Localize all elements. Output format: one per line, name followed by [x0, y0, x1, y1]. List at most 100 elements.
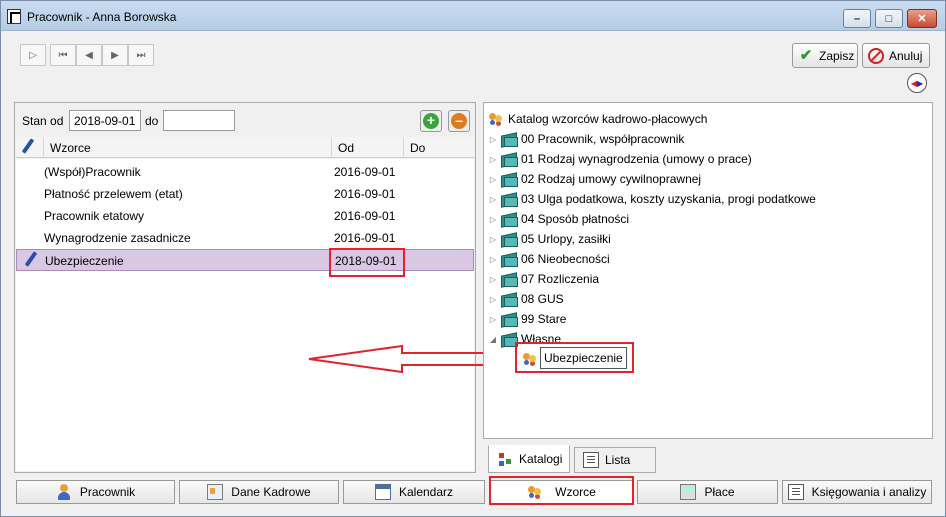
- expand-icon[interactable]: ▷: [488, 175, 498, 184]
- tab-hr-data[interactable]: Dane Kadrowe: [179, 480, 339, 504]
- next-record-icon[interactable]: ▶: [102, 44, 128, 66]
- tree-item[interactable]: ▷ 03 Ulga podatkowa, koszty uzyskania, p…: [488, 189, 816, 209]
- expand-icon[interactable]: ▷: [488, 235, 498, 244]
- list-icon: [583, 452, 599, 468]
- tree-item-label: 01 Rodzaj wynagrodzenia (umowy o prace): [521, 152, 752, 166]
- tree-item-label: 06 Nieobecności: [521, 252, 610, 266]
- save-label: Zapisz: [819, 48, 855, 63]
- cancel-icon: [868, 47, 884, 64]
- tree-item-label: 08 GUS: [521, 292, 564, 306]
- pencil-icon: [20, 139, 36, 155]
- remove-button[interactable]: –: [448, 110, 470, 132]
- template-from-date: 2016-09-01: [334, 231, 396, 245]
- book-icon: [501, 312, 518, 327]
- tree-item[interactable]: ▷ 06 Nieobecności: [488, 249, 610, 269]
- tab-accounting-label: Księgowania i analizy: [811, 485, 927, 499]
- tree-item[interactable]: ▷ 99 Stare: [488, 309, 566, 329]
- expand-icon[interactable]: ▷: [488, 315, 498, 324]
- minimize-button[interactable]: –: [843, 9, 871, 28]
- tab-calendar-label: Kalendarz: [398, 485, 454, 499]
- grid-edit-header: [16, 137, 44, 158]
- save-button[interactable]: ✔ Zapisz: [792, 43, 858, 68]
- tree-root-label: Katalog wzorców kadrowo-płacowych: [508, 112, 708, 126]
- cancel-label: Anuluj: [889, 48, 923, 63]
- last-record-icon[interactable]: ⏭: [128, 44, 154, 66]
- tree-item[interactable]: ▷ 01 Rodzaj wynagrodzenia (umowy o prace…: [488, 149, 752, 169]
- tab-list[interactable]: Lista: [574, 447, 656, 473]
- tree-item[interactable]: ▷ 00 Pracownik, współpracownik: [488, 129, 684, 149]
- book-icon: [501, 292, 518, 307]
- tab-list-label: Lista: [605, 453, 631, 467]
- tree-item-label: 07 Rozliczenia: [521, 272, 600, 286]
- tree-icon: [497, 451, 513, 467]
- cancel-button[interactable]: Anuluj: [862, 43, 930, 68]
- tab-accounting[interactable]: Księgowania i analizy: [782, 480, 932, 504]
- people-icon: [488, 112, 504, 126]
- date-to-input[interactable]: [163, 110, 235, 131]
- tree-item-label: 99 Stare: [521, 312, 567, 326]
- close-button[interactable]: ✕: [907, 9, 937, 28]
- column-header-from[interactable]: Od: [332, 137, 404, 158]
- tab-catalogs[interactable]: Katalogi: [488, 445, 570, 473]
- tab-employee-label: Pracownik: [79, 485, 136, 499]
- expand-icon[interactable]: ▷: [488, 195, 498, 204]
- date-from-input[interactable]: 2018-09-01: [69, 110, 141, 131]
- tab-payroll[interactable]: Płace: [637, 480, 778, 504]
- minus-icon: –: [451, 113, 467, 129]
- highlight-templates-tab: [489, 476, 634, 505]
- tree-item-label: 04 Sposób płatności: [521, 212, 630, 226]
- tree-item[interactable]: ▷ 05 Urlopy, zasiłki: [488, 229, 611, 249]
- expand-icon[interactable]: ▷: [488, 275, 498, 284]
- column-header-templates[interactable]: Wzorce: [44, 137, 332, 158]
- first-record-icon[interactable]: ⏮: [50, 44, 76, 66]
- panel-switch-icon[interactable]: ◀ ▶: [907, 73, 927, 93]
- table-row[interactable]: Płatność przelewem (etat) 2016-09-01: [16, 183, 474, 205]
- template-name: Pracownik etatowy: [44, 209, 145, 223]
- book-icon: [501, 152, 518, 167]
- catalog-tree-panel: Katalog wzorców kadrowo-płacowych ▷ 00 P…: [483, 102, 933, 439]
- table-row[interactable]: (Współ)Pracownik 2016-09-01: [16, 161, 474, 183]
- template-from-date: 2016-09-01: [334, 209, 396, 223]
- tab-catalogs-label: Katalogi: [519, 452, 563, 466]
- tab-employee[interactable]: Pracownik: [16, 480, 175, 504]
- template-from-date: 2016-09-01: [334, 187, 396, 201]
- table-row[interactable]: Pracownik etatowy 2016-09-01: [16, 205, 474, 227]
- tab-payroll-label: Płace: [704, 485, 735, 499]
- tree-root[interactable]: Katalog wzorców kadrowo-płacowych: [488, 109, 707, 129]
- table-row[interactable]: Wynagrodzenie zasadnicze 2016-09-01: [16, 227, 474, 249]
- highlight-tree-child: [515, 342, 634, 373]
- calculator-icon: [680, 484, 697, 500]
- add-button[interactable]: +: [420, 110, 442, 132]
- table-row-selected[interactable]: Ubezpieczenie 2018-09-01: [16, 249, 474, 271]
- window-title: Pracownik - Anna Borowska: [27, 10, 177, 24]
- expand-icon[interactable]: ▷: [488, 295, 498, 304]
- tree-item[interactable]: ▷ 04 Sposób płatności: [488, 209, 629, 229]
- expand-icon[interactable]: ▷: [488, 215, 498, 224]
- person-icon: [56, 484, 72, 500]
- tree-item[interactable]: ▷ 07 Rozliczenia: [488, 269, 599, 289]
- collapse-icon[interactable]: ◢: [488, 335, 498, 344]
- tree-item[interactable]: ▷ 02 Rodzaj umowy cywilnoprawnej: [488, 169, 701, 189]
- expand-icon[interactable]: ▷: [488, 155, 498, 164]
- drag-arrow-icon: [308, 344, 486, 374]
- expand-icon[interactable]: ▷: [488, 255, 498, 264]
- calendar-icon: [374, 484, 391, 500]
- book-icon: [501, 212, 518, 227]
- employee-window: Pracownik - Anna Borowska – □ ✕ ▷ ⏮ ◀ ▶ …: [0, 0, 946, 517]
- tree-item-label: 03 Ulga podatkowa, koszty uzyskania, pro…: [521, 192, 816, 206]
- template-name: Płatność przelewem (etat): [44, 187, 183, 201]
- tree-item-label: 00 Pracownik, współpracownik: [521, 132, 685, 146]
- tree-item[interactable]: ▷ 08 GUS: [488, 289, 564, 309]
- template-name: Wynagrodzenie zasadnicze: [44, 231, 191, 245]
- tab-hr-data-label: Dane Kadrowe: [231, 485, 311, 499]
- column-header-to[interactable]: Do: [404, 137, 474, 158]
- template-name: (Współ)Pracownik: [44, 165, 141, 179]
- tree-item-label: 05 Urlopy, zasiłki: [521, 232, 611, 246]
- ledger-icon: [787, 484, 804, 500]
- expand-icon[interactable]: ▷: [488, 135, 498, 144]
- prev-record-icon[interactable]: ◀: [76, 44, 102, 66]
- maximize-button[interactable]: □: [875, 9, 903, 28]
- plus-icon: +: [423, 113, 439, 129]
- tab-calendar[interactable]: Kalendarz: [343, 480, 485, 504]
- new-record-icon[interactable]: ▷: [20, 44, 46, 66]
